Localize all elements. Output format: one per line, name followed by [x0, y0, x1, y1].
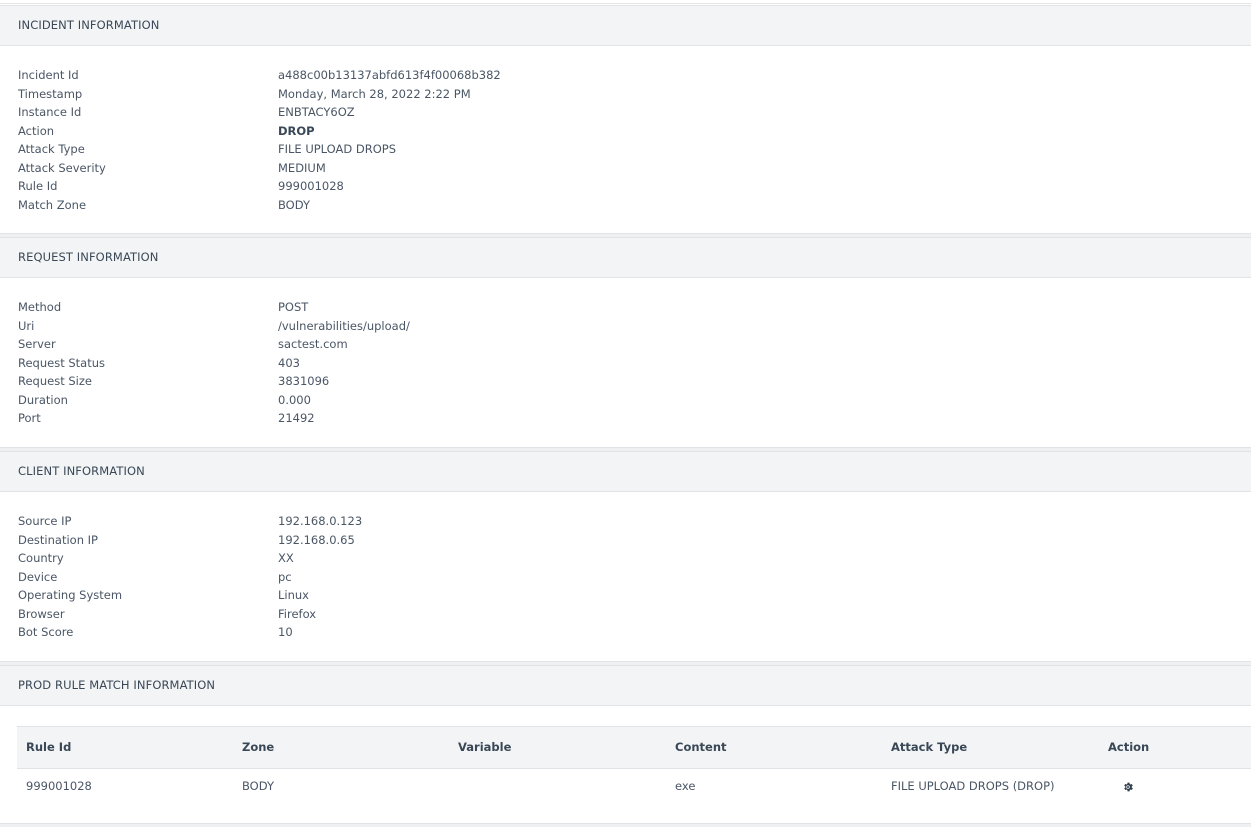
field-label: Attack Severity [18, 160, 106, 175]
request-row-server: Server sactest.com [0, 337, 1251, 356]
field-label: Request Status [18, 355, 106, 370]
field-label: Duration [18, 392, 68, 407]
action-value: DROP [278, 123, 315, 138]
field-label: Method [18, 300, 62, 314]
request-row-uri: Uri /vulnerabilities/upload/ [0, 319, 1251, 338]
client-section-title: CLIENT INFORMATION [18, 464, 145, 478]
field-label: Bot Score [18, 625, 74, 639]
field-label: Uri [18, 318, 35, 333]
request-row-method: Method POST [0, 300, 1251, 319]
field-value: sactest.com [278, 337, 348, 351]
incident-details-page: INCIDENT INFORMATION Incident Id a488c00… [0, 0, 1251, 829]
request-row-request-size: Request Size 3831096 [0, 374, 1251, 393]
top-divider [0, 3, 1251, 4]
incident-row-rule-id: Rule Id 999001028 [0, 179, 1251, 198]
field-label: Action [18, 123, 55, 138]
field-value: POST [278, 300, 309, 314]
request-section-title: REQUEST INFORMATION [18, 250, 159, 264]
prod-rule-section-title: PROD RULE MATCH INFORMATION [18, 678, 216, 692]
field-label: Request Size [18, 374, 92, 388]
field-value: 21492 [278, 411, 315, 425]
client-section-header: CLIENT INFORMATION [0, 451, 1251, 492]
column-header-zone[interactable]: Zone [242, 740, 274, 754]
column-header-action[interactable]: Action [1108, 740, 1149, 754]
client-row-bot-score: Bot Score 10 [0, 625, 1251, 644]
client-row-device: Device pc [0, 570, 1251, 589]
field-value: /vulnerabilities/upload/ [278, 318, 410, 333]
cell-zone: BODY [242, 779, 274, 793]
incident-row-incident-id: Incident Id a488c00b13137abfd613f4f00068… [0, 68, 1251, 87]
gear-icon[interactable] [1122, 778, 1134, 792]
field-value: FILE UPLOAD DROPS [278, 142, 397, 156]
field-value: 192.168.0.123 [278, 514, 363, 528]
field-label: Country [18, 551, 64, 565]
field-label: Operating System [18, 588, 123, 602]
field-label: Source IP [18, 514, 72, 528]
field-value: BODY [278, 197, 310, 212]
field-value: 999001028 [278, 179, 344, 193]
cell-rule-id: 999001028 [26, 779, 92, 793]
field-value: Firefox [278, 606, 317, 621]
field-value: 3831096 [278, 374, 330, 388]
cell-attack-type: FILE UPLOAD DROPS (DROP) [891, 779, 1055, 793]
field-label: Rule Id [18, 179, 58, 193]
column-header-variable[interactable]: Variable [458, 740, 511, 754]
field-value: 0.000 [278, 392, 311, 407]
field-label: Port [18, 411, 41, 425]
field-value: Linux [278, 588, 309, 602]
field-label: Timestamp [18, 86, 83, 101]
incident-row-instance-id: Instance Id ENBTACY6OZ [0, 105, 1251, 124]
incident-section-title: INCIDENT INFORMATION [18, 18, 160, 32]
client-row-country: Country XX [0, 551, 1251, 570]
field-label: Match Zone [18, 197, 87, 212]
client-row-destination-ip: Destination IP 192.168.0.65 [0, 533, 1251, 552]
request-row-port: Port 21492 [0, 411, 1251, 430]
field-label: Server [18, 337, 56, 351]
request-section-header: REQUEST INFORMATION [0, 237, 1251, 278]
incident-row-action: Action DROP [0, 124, 1251, 143]
field-label: Device [18, 569, 58, 584]
column-header-attack-type[interactable]: Attack Type [891, 740, 967, 754]
field-value: 10 [278, 625, 293, 639]
field-value: 403 [278, 355, 300, 370]
client-row-operating-system: Operating System Linux [0, 588, 1251, 607]
field-value: a488c00b13137abfd613f4f00068b382 [278, 68, 501, 82]
field-value: MEDIUM [278, 160, 326, 175]
field-label: Destination IP [18, 532, 98, 547]
field-label: Incident Id [18, 68, 79, 82]
field-label: Browser [18, 606, 65, 621]
field-value: XX [278, 551, 294, 565]
incident-row-match-zone: Match Zone BODY [0, 198, 1251, 217]
request-row-request-status: Request Status 403 [0, 356, 1251, 375]
incident-row-timestamp: Timestamp Monday, March 28, 2022 2:22 PM [0, 87, 1251, 106]
prod-rule-section-header: PROD RULE MATCH INFORMATION [0, 665, 1251, 706]
column-header-rule-id[interactable]: Rule Id [26, 740, 71, 754]
incident-section-header: INCIDENT INFORMATION [0, 5, 1251, 46]
section-divider [0, 823, 1251, 827]
request-row-duration: Duration 0.000 [0, 393, 1251, 412]
column-header-content[interactable]: Content [675, 740, 727, 754]
cell-content: exe [675, 779, 696, 793]
field-value: pc [278, 569, 292, 584]
client-row-source-ip: Source IP 192.168.0.123 [0, 514, 1251, 533]
incident-row-attack-type: Attack Type FILE UPLOAD DROPS [0, 142, 1251, 161]
field-value: 192.168.0.65 [278, 532, 355, 547]
client-row-browser: Browser Firefox [0, 607, 1251, 626]
field-label: Attack Type [18, 142, 85, 156]
field-label: Instance Id [18, 105, 82, 119]
field-value: Monday, March 28, 2022 2:22 PM [278, 86, 471, 101]
field-value: ENBTACY6OZ [278, 105, 355, 119]
incident-row-attack-severity: Attack Severity MEDIUM [0, 161, 1251, 180]
table-header: Rule Id Zone Variable Content Attack Typ… [17, 726, 1251, 769]
